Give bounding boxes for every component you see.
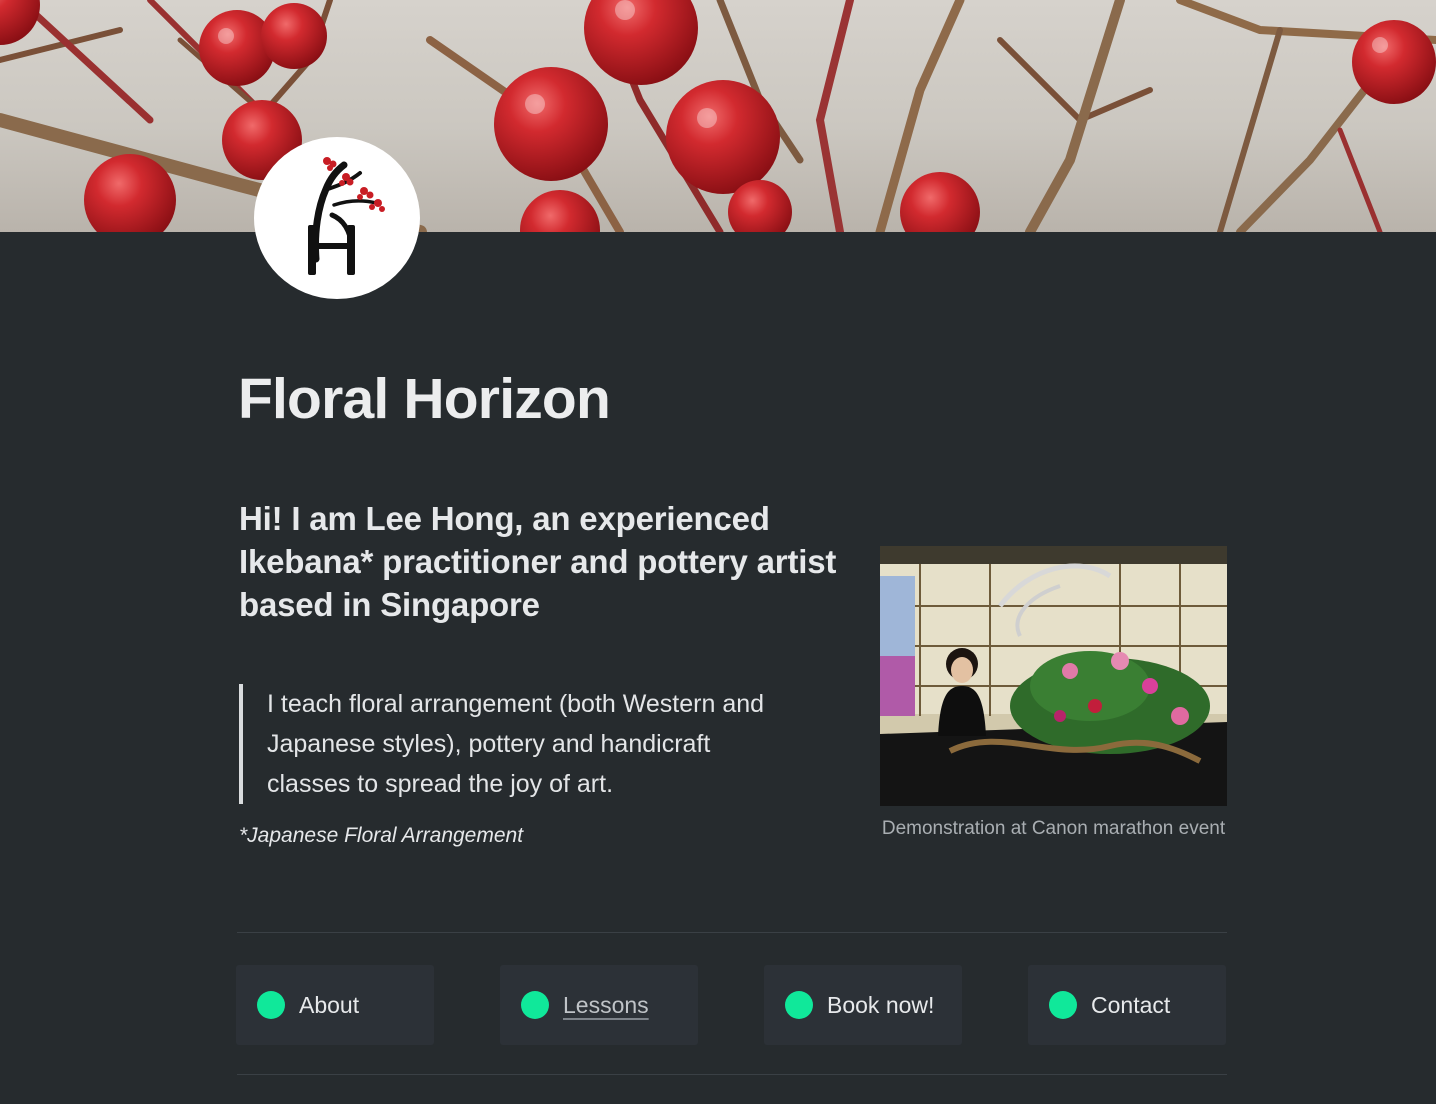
nav-card-book-now[interactable]: Book now!: [764, 965, 962, 1045]
nav-label-book-now: Book now!: [827, 992, 935, 1018]
cover-banner: [0, 0, 1436, 232]
logo-avatar: [254, 137, 420, 299]
demonstration-photo: [880, 546, 1227, 806]
nav-label-about: About: [299, 992, 360, 1018]
nav-label-contact: Contact: [1091, 992, 1171, 1018]
nav-card-contact[interactable]: Contact: [1028, 965, 1226, 1045]
green-dot-icon: [521, 991, 549, 1019]
page-title: Floral Horizon: [238, 367, 611, 431]
green-dot-icon: [257, 991, 285, 1019]
bonsai-logo-icon: [308, 157, 385, 275]
intro-quote-text: I teach floral arrangement (both Western…: [267, 690, 765, 798]
intro-heading: Hi! I am Lee Hong, an experienced Ikeban…: [239, 500, 837, 623]
page: Floral Horizon Hi! I am Lee Hong, an exp…: [0, 0, 1436, 1104]
green-dot-icon: [785, 991, 813, 1019]
nav-link-lessons[interactable]: Lessons: [563, 991, 649, 1019]
divider: [237, 932, 1227, 933]
intro-quote: I teach floral arrangement (both Western…: [239, 684, 803, 804]
green-dot-icon: [1049, 991, 1077, 1019]
nav-card-about[interactable]: About: [236, 965, 434, 1045]
demonstration-image: [880, 546, 1227, 806]
berry-branches-image: [0, 0, 1436, 232]
nav-card-lessons[interactable]: Lessons: [500, 965, 698, 1045]
divider: [237, 1074, 1227, 1075]
photo-caption: Demonstration at Canon marathon event: [881, 818, 1226, 839]
footnote: *Japanese Floral Arrangement: [239, 824, 524, 847]
